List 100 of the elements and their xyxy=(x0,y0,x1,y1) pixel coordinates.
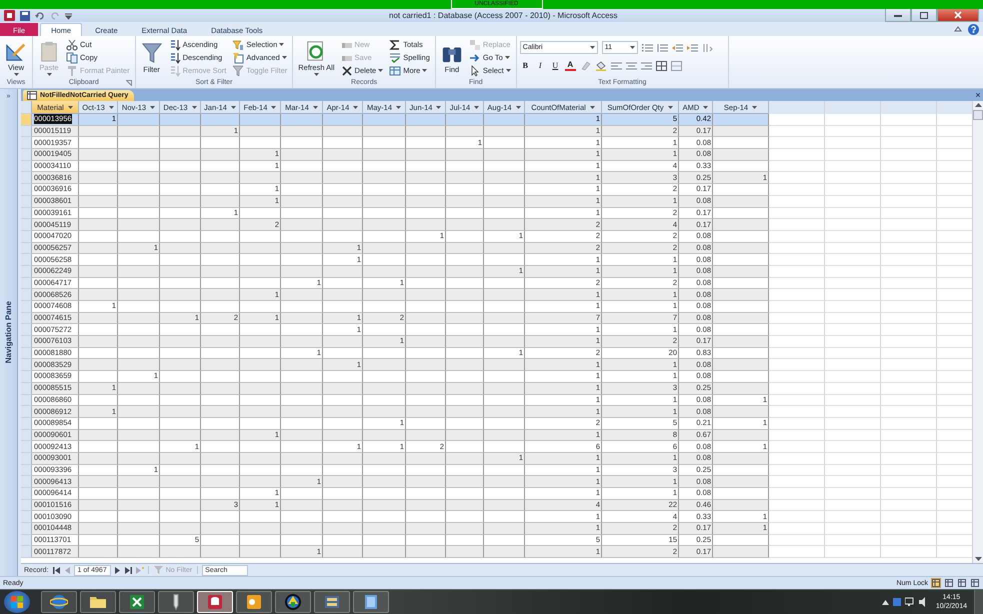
row-selector[interactable] xyxy=(21,184,32,196)
row-selector[interactable] xyxy=(21,382,32,394)
row-selector[interactable] xyxy=(21,126,32,138)
taskbar-app[interactable] xyxy=(41,591,77,613)
close-button[interactable]: × xyxy=(973,90,983,100)
caret-icon xyxy=(436,106,442,108)
caret-icon xyxy=(353,106,358,108)
row-selector[interactable] xyxy=(21,278,32,290)
taskbar-app[interactable] xyxy=(197,591,233,613)
alternate-row-icon[interactable] xyxy=(670,60,682,70)
align-left-icon[interactable] xyxy=(610,60,622,70)
scroll-thumb[interactable] xyxy=(973,110,983,120)
paragraph-direction-icon[interactable] xyxy=(702,42,713,52)
view-button[interactable] xyxy=(970,578,980,588)
previous-record-icon[interactable] xyxy=(64,566,70,574)
vertical-scrollbar[interactable] xyxy=(972,101,983,563)
row-selector[interactable] xyxy=(21,312,32,324)
row-selector[interactable] xyxy=(21,441,32,453)
navigation-pane-label[interactable]: Navigation Pane xyxy=(4,301,13,364)
row-selector[interactable] xyxy=(21,406,32,418)
row-selector[interactable] xyxy=(21,160,32,172)
save-icon[interactable] xyxy=(20,10,30,20)
help-icon[interactable] xyxy=(968,24,979,34)
row-selector[interactable] xyxy=(21,137,32,150)
view-button[interactable] xyxy=(957,578,967,588)
row-selector[interactable] xyxy=(21,534,32,546)
row-selector[interactable] xyxy=(21,546,32,558)
sigma-icon xyxy=(389,38,402,50)
row-selector[interactable] xyxy=(21,371,32,383)
row-selector[interactable] xyxy=(21,254,32,266)
row-selector[interactable] xyxy=(21,464,32,476)
caret-icon xyxy=(378,69,384,72)
gridlines-icon[interactable] xyxy=(656,60,667,70)
taskbar-app[interactable] xyxy=(119,591,155,613)
row-selector[interactable] xyxy=(21,476,32,488)
last-record-icon[interactable] xyxy=(124,566,132,574)
caret-icon xyxy=(314,72,319,76)
format-button[interactable]: B xyxy=(520,61,531,70)
caret-icon xyxy=(68,106,73,108)
row-selector[interactable] xyxy=(21,452,32,465)
caret-icon xyxy=(506,69,511,72)
row-selector[interactable] xyxy=(21,359,32,372)
first-record-icon[interactable] xyxy=(52,566,60,574)
collapse-ribbon-icon[interactable] xyxy=(954,26,962,32)
row-selector[interactable] xyxy=(21,394,32,406)
row-selector[interactable] xyxy=(21,114,32,126)
dialog-launcher-icon[interactable] xyxy=(126,80,132,86)
row-selector[interactable] xyxy=(21,523,32,535)
increase-indent-icon[interactable] xyxy=(686,42,698,52)
row-selector[interactable] xyxy=(21,511,32,524)
format-button[interactable]: I xyxy=(534,61,546,70)
view-button[interactable] xyxy=(944,578,954,588)
close-button[interactable] xyxy=(937,9,979,22)
align-right-icon[interactable] xyxy=(640,60,652,70)
row-selector[interactable] xyxy=(21,324,32,336)
maximize-button[interactable] xyxy=(911,9,937,22)
format-button[interactable]: U xyxy=(550,61,561,70)
cross-icon xyxy=(340,64,353,76)
row-selector[interactable] xyxy=(21,230,32,243)
row-selector[interactable] xyxy=(21,208,32,220)
row-selector[interactable] xyxy=(21,219,32,231)
row-selector[interactable] xyxy=(21,196,32,208)
caret-icon xyxy=(422,69,428,72)
new-record-icon[interactable] xyxy=(136,566,144,574)
row-selector[interactable] xyxy=(21,242,32,254)
row-selector[interactable] xyxy=(21,149,32,161)
caret-icon xyxy=(312,106,318,108)
row-selector[interactable] xyxy=(21,266,32,278)
format-button[interactable]: A xyxy=(564,60,576,70)
network-icon[interactable] xyxy=(904,597,916,607)
caret-icon xyxy=(504,56,510,59)
taskbar-app[interactable] xyxy=(80,591,116,613)
row-selector[interactable] xyxy=(21,418,32,430)
row-selector[interactable] xyxy=(21,348,32,360)
row-selector[interactable] xyxy=(21,500,32,512)
bullet-list-icon[interactable] xyxy=(642,42,653,52)
taskbar-app[interactable] xyxy=(275,591,311,613)
minimize-button[interactable] xyxy=(885,9,911,22)
undo-icon[interactable] xyxy=(35,10,45,20)
decrease-indent-icon[interactable] xyxy=(672,42,683,52)
start-button[interactable] xyxy=(4,591,30,613)
row-selector[interactable] xyxy=(21,430,32,442)
redo-icon[interactable] xyxy=(50,10,60,20)
taskbar-app[interactable] xyxy=(236,591,272,613)
highlighter-icon[interactable] xyxy=(580,60,591,70)
taskbar-app[interactable] xyxy=(158,591,194,613)
paint-bucket-icon[interactable] xyxy=(594,60,607,70)
row-selector[interactable] xyxy=(21,289,32,301)
view-button[interactable] xyxy=(931,578,941,588)
next-record-icon[interactable] xyxy=(114,566,121,574)
row-selector[interactable] xyxy=(21,301,32,313)
row-selector[interactable] xyxy=(21,336,32,348)
row-selector[interactable] xyxy=(21,172,32,184)
customize-caret-icon[interactable] xyxy=(65,12,72,20)
database-icon xyxy=(206,593,224,611)
show-hidden-icons-icon[interactable] xyxy=(882,600,889,604)
align-center-icon[interactable] xyxy=(626,60,637,70)
numbered-list-icon[interactable] xyxy=(656,42,668,52)
row-selector[interactable] xyxy=(21,488,32,500)
caret-icon xyxy=(46,72,52,76)
